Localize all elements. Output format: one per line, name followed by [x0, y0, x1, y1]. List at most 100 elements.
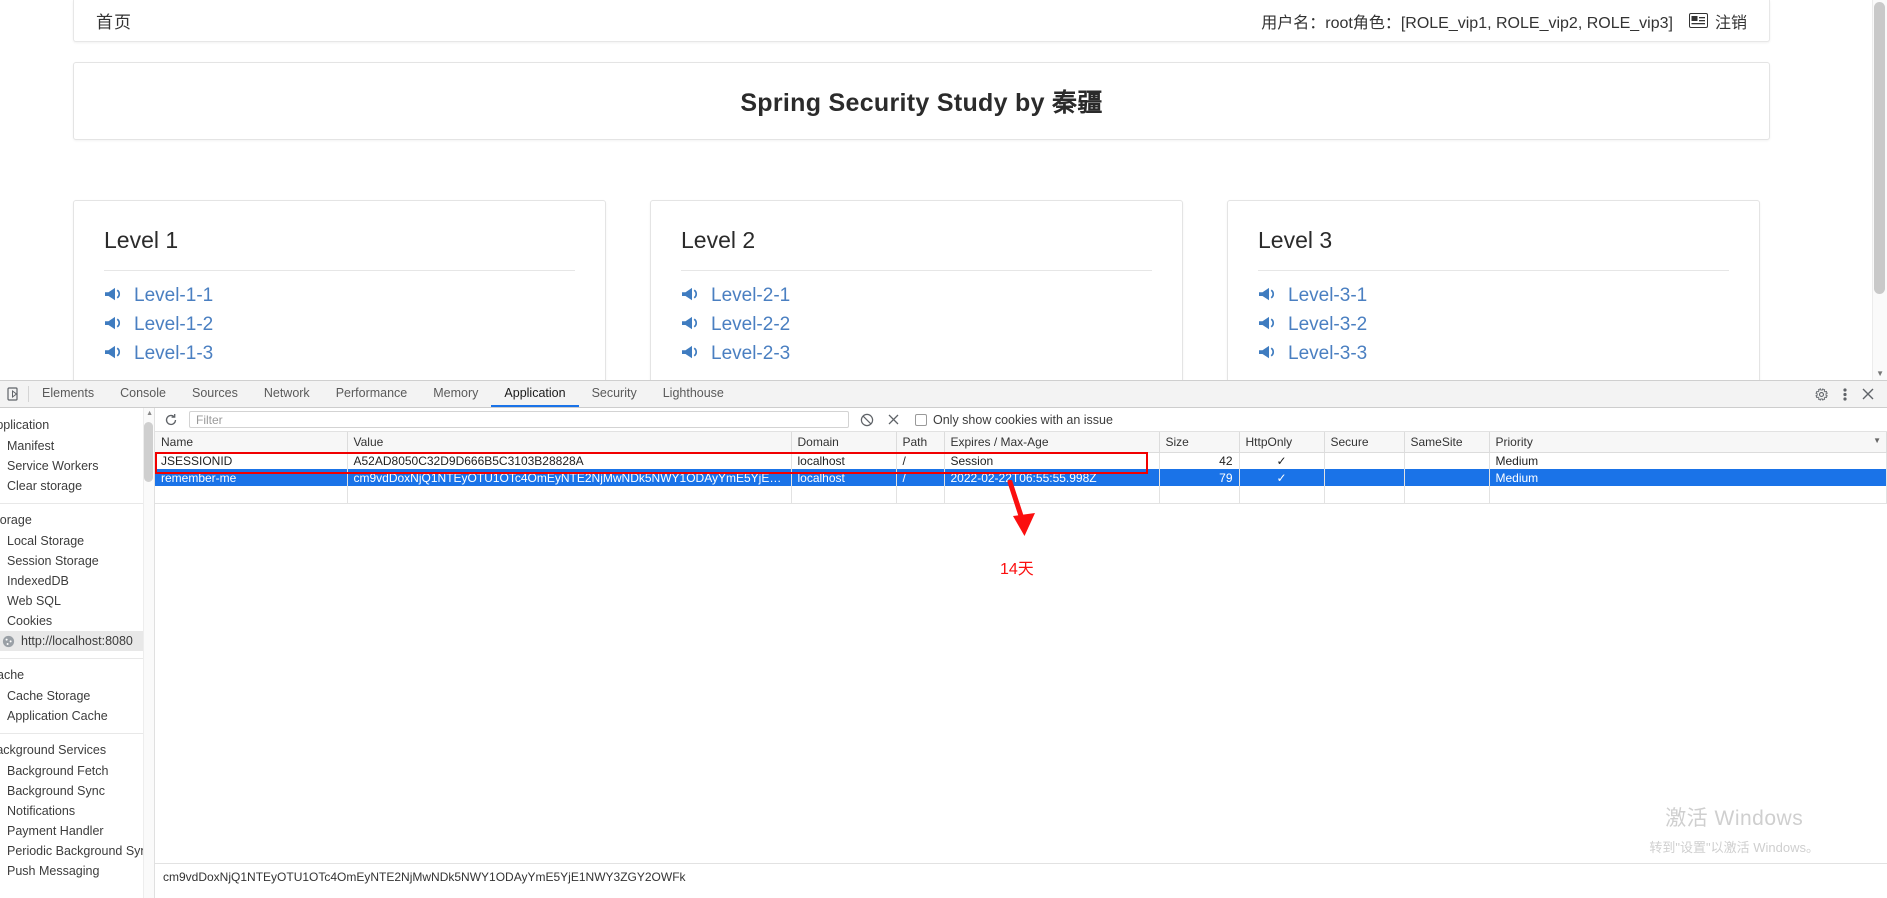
- sidebar-scroll-up-icon[interactable]: ▲: [146, 410, 153, 417]
- devtools-tabbar-actions: [1814, 381, 1887, 407]
- cell-expires: Session: [944, 452, 1160, 469]
- inspect-element-icon[interactable]: [0, 381, 28, 407]
- level-link[interactable]: Level-3-2: [1258, 314, 1729, 336]
- level-link[interactable]: Level-2-1: [681, 285, 1152, 307]
- scroll-down-icon[interactable]: ▼: [1876, 369, 1884, 378]
- column-header-path[interactable]: Path: [896, 432, 945, 453]
- sidebar-item-label: Manifest: [7, 439, 55, 453]
- close-x-icon[interactable]: [885, 412, 901, 428]
- hero-panel: Spring Security Study by 秦疆: [73, 62, 1770, 140]
- level-link[interactable]: Level-1-2: [104, 314, 575, 336]
- sidebar-item-session-storage[interactable]: Session Storage: [0, 551, 154, 571]
- push-icon: [0, 865, 1, 878]
- refresh-icon[interactable]: [163, 412, 179, 428]
- sidebar-item-label: Session Storage: [7, 554, 99, 568]
- sidebar-group-background-services: Background Services: [0, 743, 107, 757]
- settings-gear-icon[interactable]: [1814, 387, 1829, 402]
- sidebar-item-label: Cache Storage: [7, 689, 91, 703]
- sidebar-item-label: Web SQL: [7, 594, 61, 608]
- sidebar-item-payment-handler[interactable]: Payment Handler: [0, 821, 154, 841]
- level-link[interactable]: Level-1-3: [104, 343, 575, 365]
- sidebar-item-periodic-background-sync[interactable]: Periodic Background Sync: [0, 841, 154, 861]
- level-link-label: Level-2-2: [711, 314, 791, 335]
- level-link[interactable]: Level-3-1: [1258, 285, 1729, 307]
- sidebar-item-application-cache[interactable]: Application Cache: [0, 706, 154, 726]
- sidebar-item-manifest[interactable]: Manifest: [0, 436, 154, 456]
- cell-value: cm9vdDoxNjQ1NTEyOTU1OTc4OmEyNTE2NjMwNDk5…: [347, 469, 792, 486]
- sidebar-item-cache-storage[interactable]: Cache Storage: [0, 686, 154, 706]
- tab-application[interactable]: Application: [491, 381, 579, 407]
- chevron-down-icon[interactable]: ▼: [1873, 436, 1881, 445]
- column-header-size[interactable]: Size: [1159, 432, 1240, 453]
- cell-samesite: [1404, 452, 1490, 469]
- filter-input[interactable]: [189, 411, 849, 428]
- cell-secure: [1324, 452, 1405, 469]
- checkbox-box[interactable]: [915, 413, 927, 426]
- more-vertical-icon[interactable]: [1843, 387, 1847, 402]
- tab-security[interactable]: Security: [579, 381, 650, 407]
- sidebar-group-application: Application: [0, 418, 50, 432]
- column-header-secure[interactable]: Secure: [1324, 432, 1405, 453]
- tab-performance[interactable]: Performance: [323, 381, 421, 407]
- empty-cell: [1159, 486, 1240, 504]
- sidebar-separator: [0, 503, 154, 504]
- empty-cell: [1239, 486, 1325, 504]
- level-link[interactable]: Level-1-1: [104, 285, 575, 307]
- sidebar-scrollbar[interactable]: ▲: [143, 408, 154, 898]
- sidebar-item-web-sql[interactable]: Web SQL: [0, 591, 154, 611]
- sidebar-item-local-storage[interactable]: Local Storage: [0, 531, 154, 551]
- sidebar-item-localhost-8080[interactable]: http://localhost:8080: [0, 631, 154, 651]
- devtools-panel: Elements Console Sources Network Perform…: [0, 380, 1887, 898]
- sidebar-item-label: Payment Handler: [7, 824, 104, 838]
- cookies-toolbar: Only show cookies with an issue: [155, 408, 1887, 432]
- sidebar-item-indexeddb[interactable]: IndexedDB: [0, 571, 154, 591]
- screen-root: 首页 用户名：root角色：[ROLE_vip1, ROLE_vip2, ROL…: [0, 0, 1887, 898]
- sidebar-item-label: Push Messaging: [7, 864, 100, 878]
- sidebar-item-label: IndexedDB: [7, 574, 69, 588]
- devtools-tab-list: Elements Console Sources Network Perform…: [29, 381, 737, 407]
- level-card: Level 3 Level-3-1 Level-3-2 Level-3-3: [1227, 200, 1760, 390]
- column-header-name[interactable]: Name: [155, 432, 348, 453]
- column-header-expires[interactable]: Expires / Max-Age: [944, 432, 1160, 453]
- sidebar-item-background-sync[interactable]: Background Sync: [0, 781, 154, 801]
- sidebar-item-label: http://localhost:8080: [21, 634, 133, 648]
- scroll-thumb[interactable]: [1874, 2, 1885, 294]
- megaphone-icon: [681, 315, 700, 336]
- column-header-value[interactable]: Value: [347, 432, 792, 453]
- sidebar-item-push-messaging[interactable]: Push Messaging: [0, 861, 154, 881]
- sidebar-item-service-workers[interactable]: Service Workers: [0, 456, 154, 476]
- tab-lighthouse[interactable]: Lighthouse: [650, 381, 737, 407]
- tab-memory[interactable]: Memory: [420, 381, 491, 407]
- only-issues-checkbox[interactable]: Only show cookies with an issue: [915, 413, 1113, 427]
- close-icon[interactable]: [1861, 387, 1875, 401]
- logout-card-icon: [1688, 13, 1708, 28]
- tab-sources[interactable]: Sources: [179, 381, 251, 407]
- column-header-domain[interactable]: Domain: [791, 432, 897, 453]
- megaphone-icon: [104, 315, 123, 336]
- column-header-httponly[interactable]: HttpOnly: [1239, 432, 1325, 453]
- tab-network[interactable]: Network: [251, 381, 323, 407]
- block-clear-icon[interactable]: [859, 412, 875, 428]
- level-link[interactable]: Level-3-3: [1258, 343, 1729, 365]
- sidebar-item-notifications[interactable]: Notifications: [0, 801, 154, 821]
- sidebar-item-label: Background Fetch: [7, 764, 109, 778]
- logout-button[interactable]: 注销: [1688, 9, 1747, 33]
- cookies-table-wrap: Name Value Domain Path Expires / Max-Age…: [155, 432, 1887, 898]
- column-header-samesite[interactable]: SameSite: [1404, 432, 1490, 453]
- page-scrollbar[interactable]: ▲ ▼: [1872, 0, 1887, 380]
- tab-elements[interactable]: Elements: [29, 381, 107, 407]
- navbar-brand[interactable]: 首页: [96, 8, 132, 33]
- level-link[interactable]: Level-2-3: [681, 343, 1152, 365]
- cell-secure: [1324, 469, 1405, 486]
- level-link[interactable]: Level-2-2: [681, 314, 1152, 336]
- sidebar-item-label: Notifications: [7, 804, 76, 818]
- navbar: 首页 用户名：root角色：[ROLE_vip1, ROLE_vip2, ROL…: [73, 0, 1770, 42]
- table-row[interactable]: JSESSIONID A52AD8050C32D9D666B5C3103B288…: [155, 452, 1887, 469]
- tab-console[interactable]: Console: [107, 381, 179, 407]
- sidebar-item-clear-storage[interactable]: Clear storage: [0, 476, 154, 496]
- sidebar-scroll-thumb[interactable]: [144, 422, 153, 482]
- sidebar-item-background-fetch[interactable]: Background Fetch: [0, 761, 154, 781]
- sidebar-item-cookies[interactable]: Cookies: [0, 611, 154, 631]
- column-header-priority[interactable]: Priority ▼: [1489, 432, 1887, 453]
- cell-samesite: [1404, 469, 1490, 486]
